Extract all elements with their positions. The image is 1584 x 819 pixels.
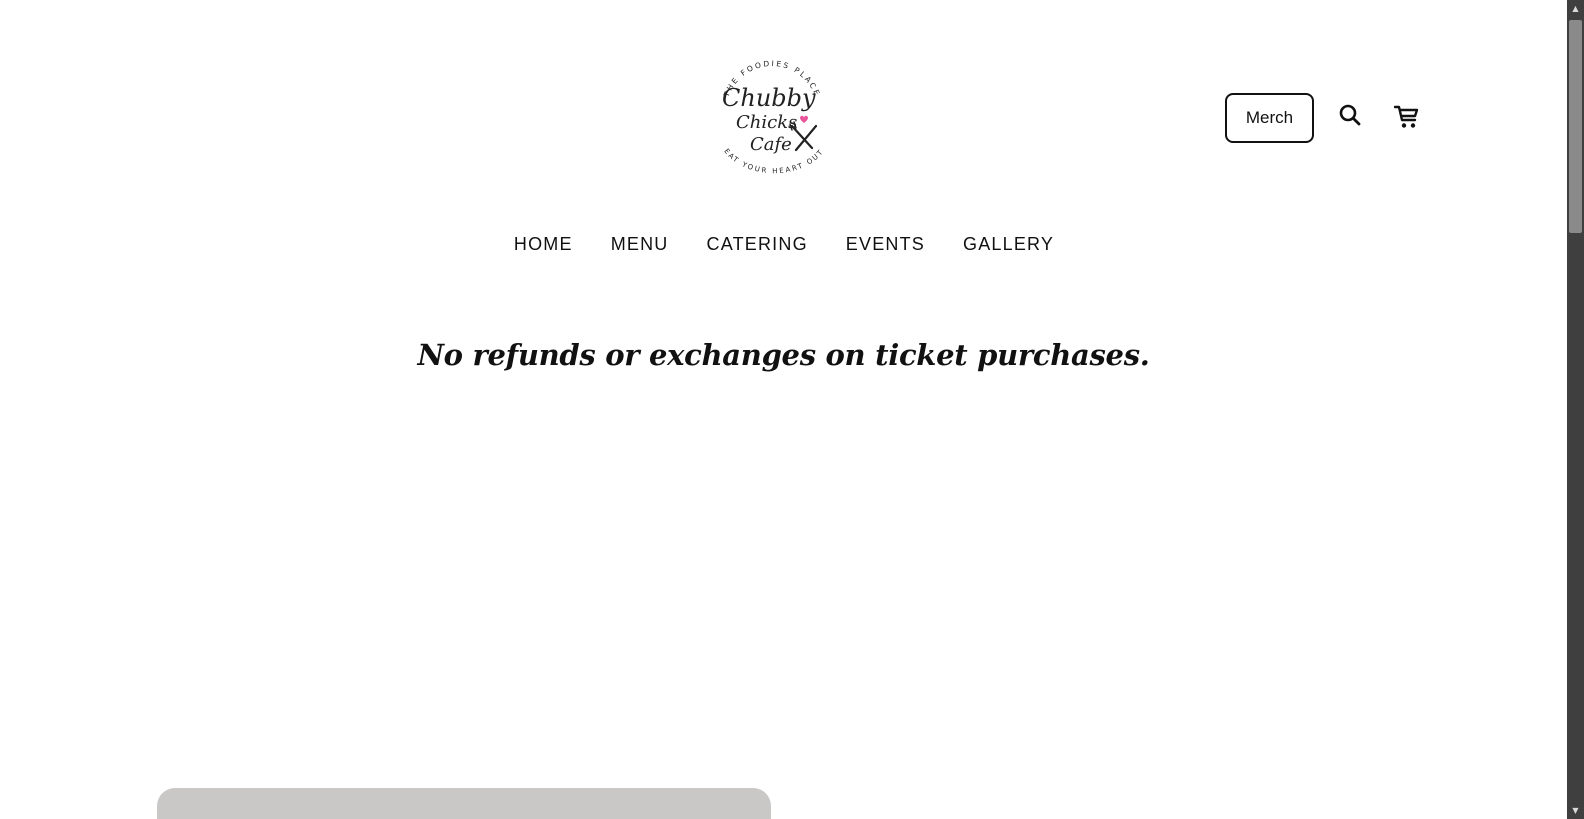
cart-button[interactable] [1393,103,1421,131]
logo-line2: Chicks [736,112,797,133]
search-icon [1339,104,1361,126]
logo-line1: Chubby [722,84,816,112]
scroll-up-arrow-icon[interactable]: ▲ [1567,0,1584,17]
content-card [157,788,771,819]
nav-item-events[interactable]: EVENTS [827,230,944,259]
scrollbar-thumb[interactable] [1569,20,1582,233]
cart-icon [1394,105,1419,128]
heart-icon [800,115,808,123]
nav-item-catering[interactable]: CATERING [688,230,827,259]
search-button[interactable] [1336,101,1364,129]
nav-item-home[interactable]: HOME [494,230,592,259]
nav-item-gallery[interactable]: GALLERY [944,230,1073,259]
scroll-down-arrow-icon[interactable]: ▼ [1567,802,1584,819]
main-nav: HOME MENU CATERING EVENTS GALLERY [0,230,1567,259]
refund-notice-heading: No refunds or exchanges on ticket purcha… [417,338,1150,372]
nav-item-menu[interactable]: MENU [592,230,688,259]
logo-graphic: THE FOODIES PLACE Chubby Chicks Cafe EAT… [721,59,823,175]
logo-line3: Cafe [750,134,792,155]
page: THE FOODIES PLACE Chubby Chicks Cafe EAT… [0,0,1567,819]
site-logo[interactable]: THE FOODIES PLACE Chubby Chicks Cafe EAT… [708,50,836,178]
merch-button-label: Merch [1245,108,1294,127]
merch-button[interactable]: Merch [1225,93,1314,143]
vertical-scrollbar[interactable]: ▲ ▼ [1567,0,1584,819]
